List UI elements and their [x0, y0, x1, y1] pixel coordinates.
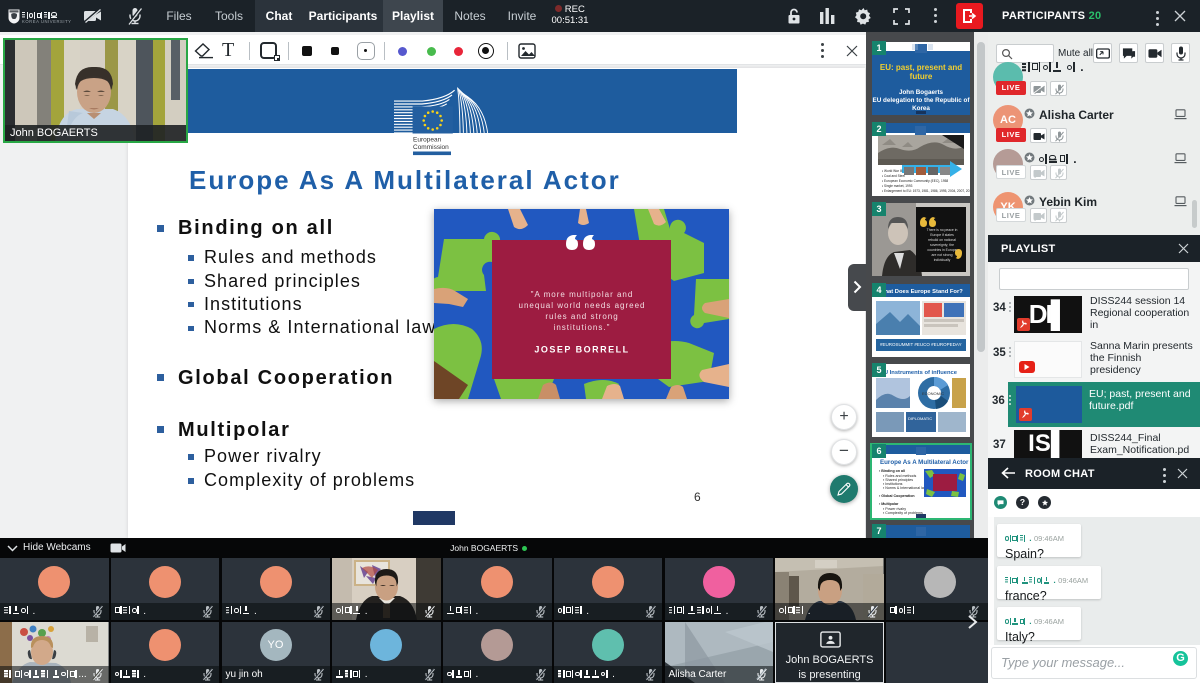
svg-text:#EUROSUMMIT #EUCO #EUROPEDAY: #EUROSUMMIT #EUCO #EUROPEDAY [880, 342, 962, 347]
svg-text:future: future [910, 72, 933, 81]
svg-text:John Bogaerts: John Bogaerts [899, 89, 944, 96]
svg-text:There is no peace in: There is no peace in [927, 228, 958, 232]
svg-text:sovereignty; the: sovereignty; the [930, 243, 954, 247]
svg-text:▪ Binding on all: ▪ Binding on all [879, 469, 905, 473]
svg-text:ECONOMIC: ECONOMIC [922, 391, 944, 396]
svg-text:individually: individually [934, 258, 951, 262]
svg-text:"A more multipolar and: "A more multipolar and [531, 290, 634, 299]
svg-text:DIPLOMATIC: DIPLOMATIC [908, 416, 932, 421]
svg-text:EU delegation to the Republic: EU delegation to the Republic of [873, 97, 970, 104]
svg-text:▪ Single market, 1993: ▪ Single market, 1993 [882, 184, 913, 188]
svg-text:are not strong: are not strong [932, 253, 953, 257]
svg-text:Europe if states: Europe if states [930, 233, 954, 237]
svg-text:What Does Europe Stand For?: What Does Europe Stand For? [879, 289, 963, 295]
svg-text:rebuild on national: rebuild on national [928, 238, 956, 242]
svg-text:rules and strong: rules and strong [545, 312, 618, 321]
svg-text:JOSEP BORRELL: JOSEP BORRELL [534, 345, 629, 355]
svg-text:EU: past, present and: EU: past, present and [880, 63, 962, 72]
svg-text:▪ World War III: ▪ World War III [882, 169, 903, 173]
svg-text:Korea: Korea [912, 105, 930, 112]
svg-text:▪ Norms & International law: ▪ Norms & International law [883, 486, 927, 490]
svg-text:Europe As A Multilateral Actor: Europe As A Multilateral Actor [880, 459, 969, 466]
svg-text:▪ European Economic Community: ▪ European Economic Community (EEC), 195… [882, 179, 948, 183]
svg-text:European: European [413, 137, 442, 144]
svg-text:Commission: Commission [413, 144, 449, 151]
svg-text:▪ Multipolar: ▪ Multipolar [879, 502, 899, 506]
svg-text:unequal world needs agreed: unequal world needs agreed [519, 301, 646, 310]
svg-text:EU Instruments of influence: EU Instruments of influence [880, 370, 958, 376]
svg-text:▪ Enlargement to EU: 1973, 198: ▪ Enlargement to EU: 1973, 1981, 1986, 1… [882, 189, 970, 193]
svg-text:institutions.": institutions." [554, 323, 611, 332]
svg-text:countries in Europe: countries in Europe [927, 248, 956, 252]
svg-text:▪ Coal and Steel: ▪ Coal and Steel [882, 174, 905, 178]
svg-text:▪ Global Cooperation: ▪ Global Cooperation [879, 494, 915, 498]
